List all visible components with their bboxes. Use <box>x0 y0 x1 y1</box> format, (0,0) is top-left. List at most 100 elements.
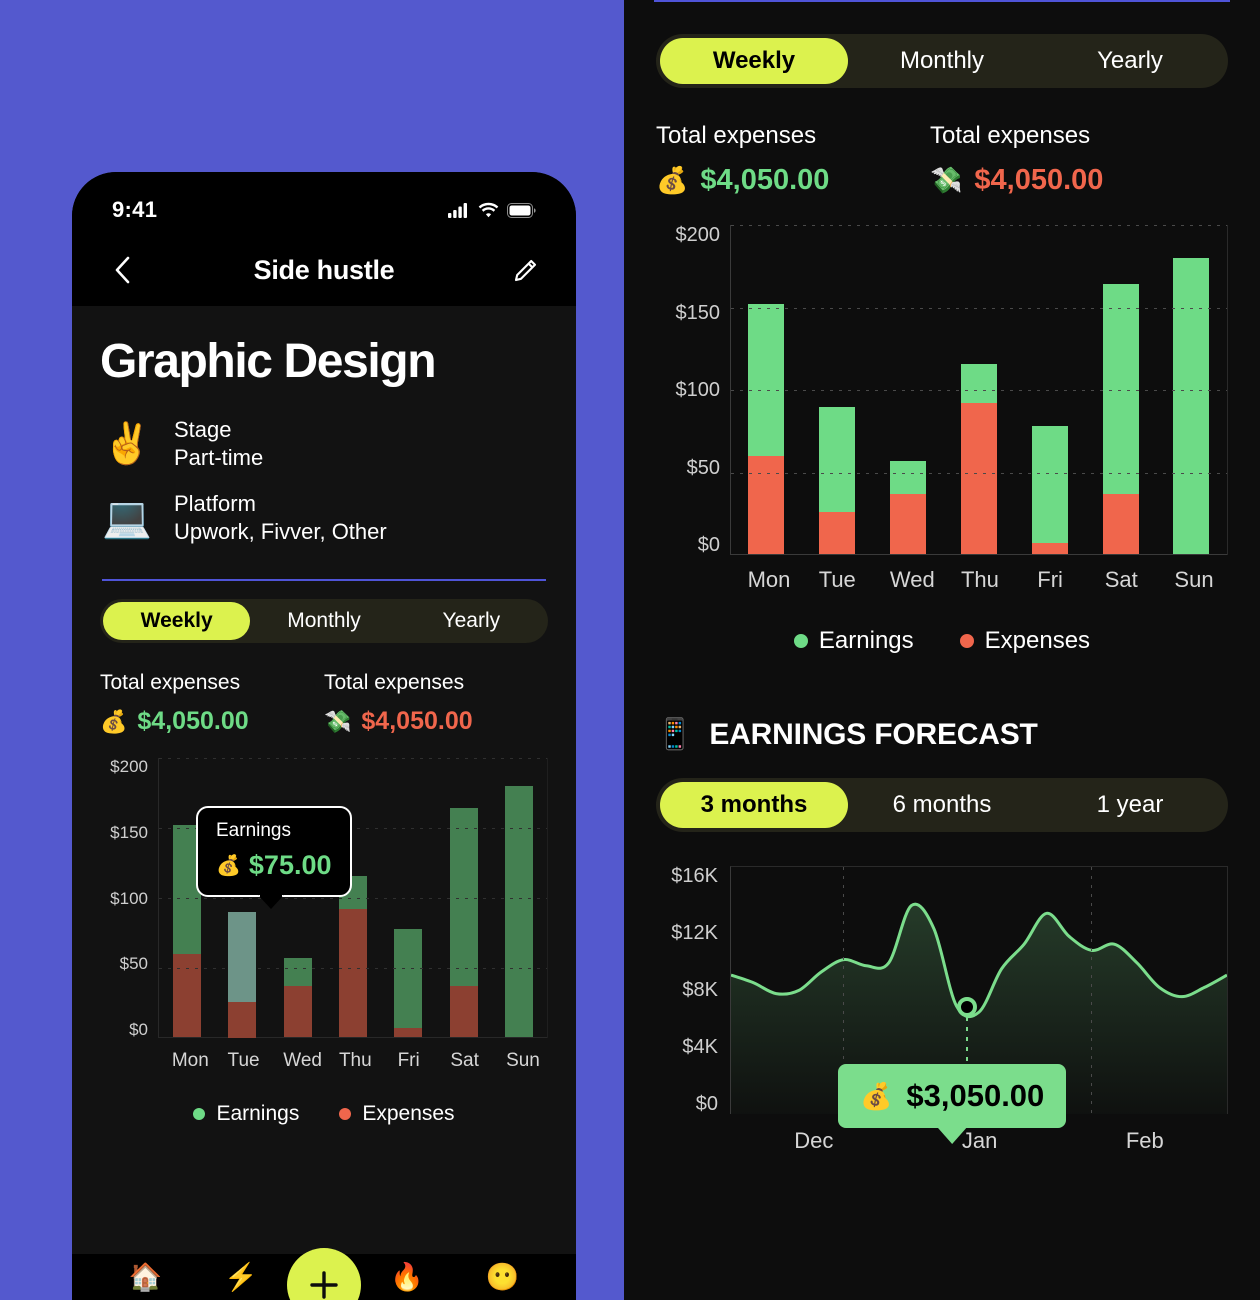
y-tick-label: $200 <box>675 224 721 246</box>
total-expenses-label: Total expenses <box>324 671 465 694</box>
total-earnings-block: Total expenses 💰 $4,050.00 <box>100 671 324 736</box>
legend-dot-expenses <box>339 1108 352 1120</box>
forecast-range-segmented-control[interactable]: 3 months 6 months 1 year <box>656 778 1228 832</box>
y-tick-label: $0 <box>697 534 720 556</box>
status-bar-icons <box>448 202 536 218</box>
bar-segment-expenses <box>228 1001 257 1038</box>
panel-period-segmented-control[interactable]: Weekly Monthly Yearly <box>656 34 1228 88</box>
x-tick-label: Thu <box>960 567 999 592</box>
grid-line <box>731 472 1227 474</box>
tab-home[interactable]: 🏠 <box>129 1261 163 1293</box>
bar-segment-earnings <box>819 406 856 513</box>
battery-icon <box>507 202 536 218</box>
panel-legend-item-expenses: Expenses <box>959 627 1091 655</box>
forecast-y-tick: $0 <box>695 1093 718 1115</box>
x-tick-label: Sun <box>506 1050 540 1071</box>
y-tick-label: $100 <box>110 888 148 908</box>
bar-segment-expenses <box>283 986 312 1038</box>
forecast-tooltip: 💰 $3,050.00 <box>838 1064 1067 1144</box>
money-bag-emoji: 💰 <box>216 855 241 877</box>
bar-segment-earnings <box>283 958 312 987</box>
bar-segment-expenses <box>960 403 997 555</box>
hustle-name: Graphic Design <box>100 335 437 388</box>
bottom-tab-bar[interactable]: 🏠 ⚡ · 🔥 😶 <box>72 1248 576 1300</box>
x-tick-label: Wed <box>283 1050 322 1071</box>
tab-streaks[interactable]: 🔥 <box>390 1261 424 1293</box>
panel-tab-monthly[interactable]: Monthly <box>848 38 1036 84</box>
y-tick-label: $50 <box>119 954 148 974</box>
panel-total-expenses-value: $4,050.00 <box>974 164 1104 196</box>
period-segmented-control[interactable]: Weekly Monthly Yearly <box>100 599 548 643</box>
bar-chart-legend: Earnings Expenses <box>100 1072 548 1126</box>
totals-row: Total expenses 💰 $4,050.00 Total expense… <box>100 643 548 736</box>
weekly-bar-chart: $200 $150 $100 $50 $0 Mon Tue Wed Thu Fri Sat Sun … <box>100 736 548 1072</box>
forecast-title: EARNINGS FORECAST <box>709 717 1038 751</box>
panel-bar-chart-plot[interactable] <box>730 225 1228 555</box>
platform-label: Platform <box>174 491 256 516</box>
forecast-section-header: 📱 EARNINGS FORECAST <box>656 655 1228 752</box>
bar-segment-expenses <box>819 512 856 555</box>
bar-segment-expenses <box>172 954 201 1038</box>
bar-column[interactable] <box>228 758 257 1038</box>
chevron-left-icon <box>115 256 130 284</box>
range-tab-3-months[interactable]: 3 months <box>660 782 848 828</box>
money-with-wings-emoji: 💸 <box>930 165 963 195</box>
bar-segment-expenses <box>890 493 927 555</box>
money-bag-emoji: 💰 <box>100 708 128 734</box>
panel-total-earnings-block: Total expenses 💰 $4,050.00 <box>656 122 930 197</box>
wifi-icon <box>478 202 499 218</box>
total-earnings-value: $4,050.00 <box>137 707 249 735</box>
laptop-emoji: 💻 <box>102 496 152 540</box>
bar-chart-y-axis: $200 $150 $100 $50 $0 <box>100 758 158 1038</box>
y-tick-label: $50 <box>686 456 720 479</box>
bar-segment-earnings <box>505 786 534 1038</box>
panel-totals-row: Total expenses 💰 $4,050.00 Total expense… <box>656 88 1228 197</box>
bar-segment-earnings <box>1173 258 1210 555</box>
forecast-data-point-marker[interactable] <box>956 996 977 1017</box>
range-tab-1-year[interactable]: 1 year <box>1036 782 1224 828</box>
earnings-tooltip: Earnings 💰 $75.00 <box>196 806 352 909</box>
total-expenses-value: $4,050.00 <box>361 707 473 735</box>
panel-total-expenses-block: Total expenses 💸 $4,050.00 <box>930 122 1204 197</box>
x-tick-label: Sat <box>1104 567 1138 592</box>
section-divider <box>102 579 546 581</box>
x-tick-label: Mon <box>171 1050 209 1071</box>
money-bag-emoji: 💰 <box>860 1080 893 1111</box>
mobile-phone-emoji: 📱 <box>656 718 694 751</box>
legend-label-expenses: Expenses <box>362 1102 455 1125</box>
legend-dot-earnings <box>193 1108 206 1120</box>
bar-chart-plot[interactable] <box>158 758 548 1038</box>
forecast-y-tick: $4K <box>682 1036 718 1058</box>
grid-line <box>731 225 1227 226</box>
x-tick-label: Sun <box>1174 567 1214 592</box>
status-bar-time: 9:41 <box>112 197 158 222</box>
grid-line <box>159 968 547 969</box>
panel-tab-weekly[interactable]: Weekly <box>660 38 848 84</box>
y-tick-label: $200 <box>110 757 148 776</box>
x-tick-label: Thu <box>338 1050 372 1071</box>
navigation-bar: Side hustle <box>72 234 576 306</box>
bar-segment-expenses <box>1102 493 1139 555</box>
tab-profile[interactable]: 😶 <box>485 1261 519 1293</box>
tooltip-value: $75.00 <box>248 850 332 880</box>
tab-activity[interactable]: ⚡ <box>224 1261 258 1293</box>
panel-tab-yearly[interactable]: Yearly <box>1036 38 1224 84</box>
page-title: Side hustle <box>253 254 395 285</box>
phone-mockup: 9:41 Side hustle Graphic Design ✌️ Stage… <box>72 172 576 1300</box>
tab-monthly[interactable]: Monthly <box>250 602 397 640</box>
edit-button[interactable] <box>506 250 546 290</box>
bar-segment-earnings <box>394 928 423 1029</box>
grid-line <box>731 307 1227 309</box>
panel-total-earnings-value: $4,050.00 <box>700 164 830 196</box>
forecast-y-tick: $8K <box>682 979 718 1001</box>
back-button[interactable] <box>102 250 142 290</box>
panel-legend-label-expenses: Expenses <box>984 627 1091 654</box>
range-tab-6-months[interactable]: 6 months <box>848 782 1036 828</box>
bar-segment-expenses <box>748 456 785 555</box>
tab-yearly[interactable]: Yearly <box>398 602 545 640</box>
status-bar: 9:41 <box>72 172 576 234</box>
info-row-platform: 💻 Platform Upwork, Fivver, Other <box>100 483 548 557</box>
add-button[interactable] <box>287 1248 361 1300</box>
y-tick-label: $150 <box>675 301 721 324</box>
tab-weekly[interactable]: Weekly <box>103 602 251 640</box>
